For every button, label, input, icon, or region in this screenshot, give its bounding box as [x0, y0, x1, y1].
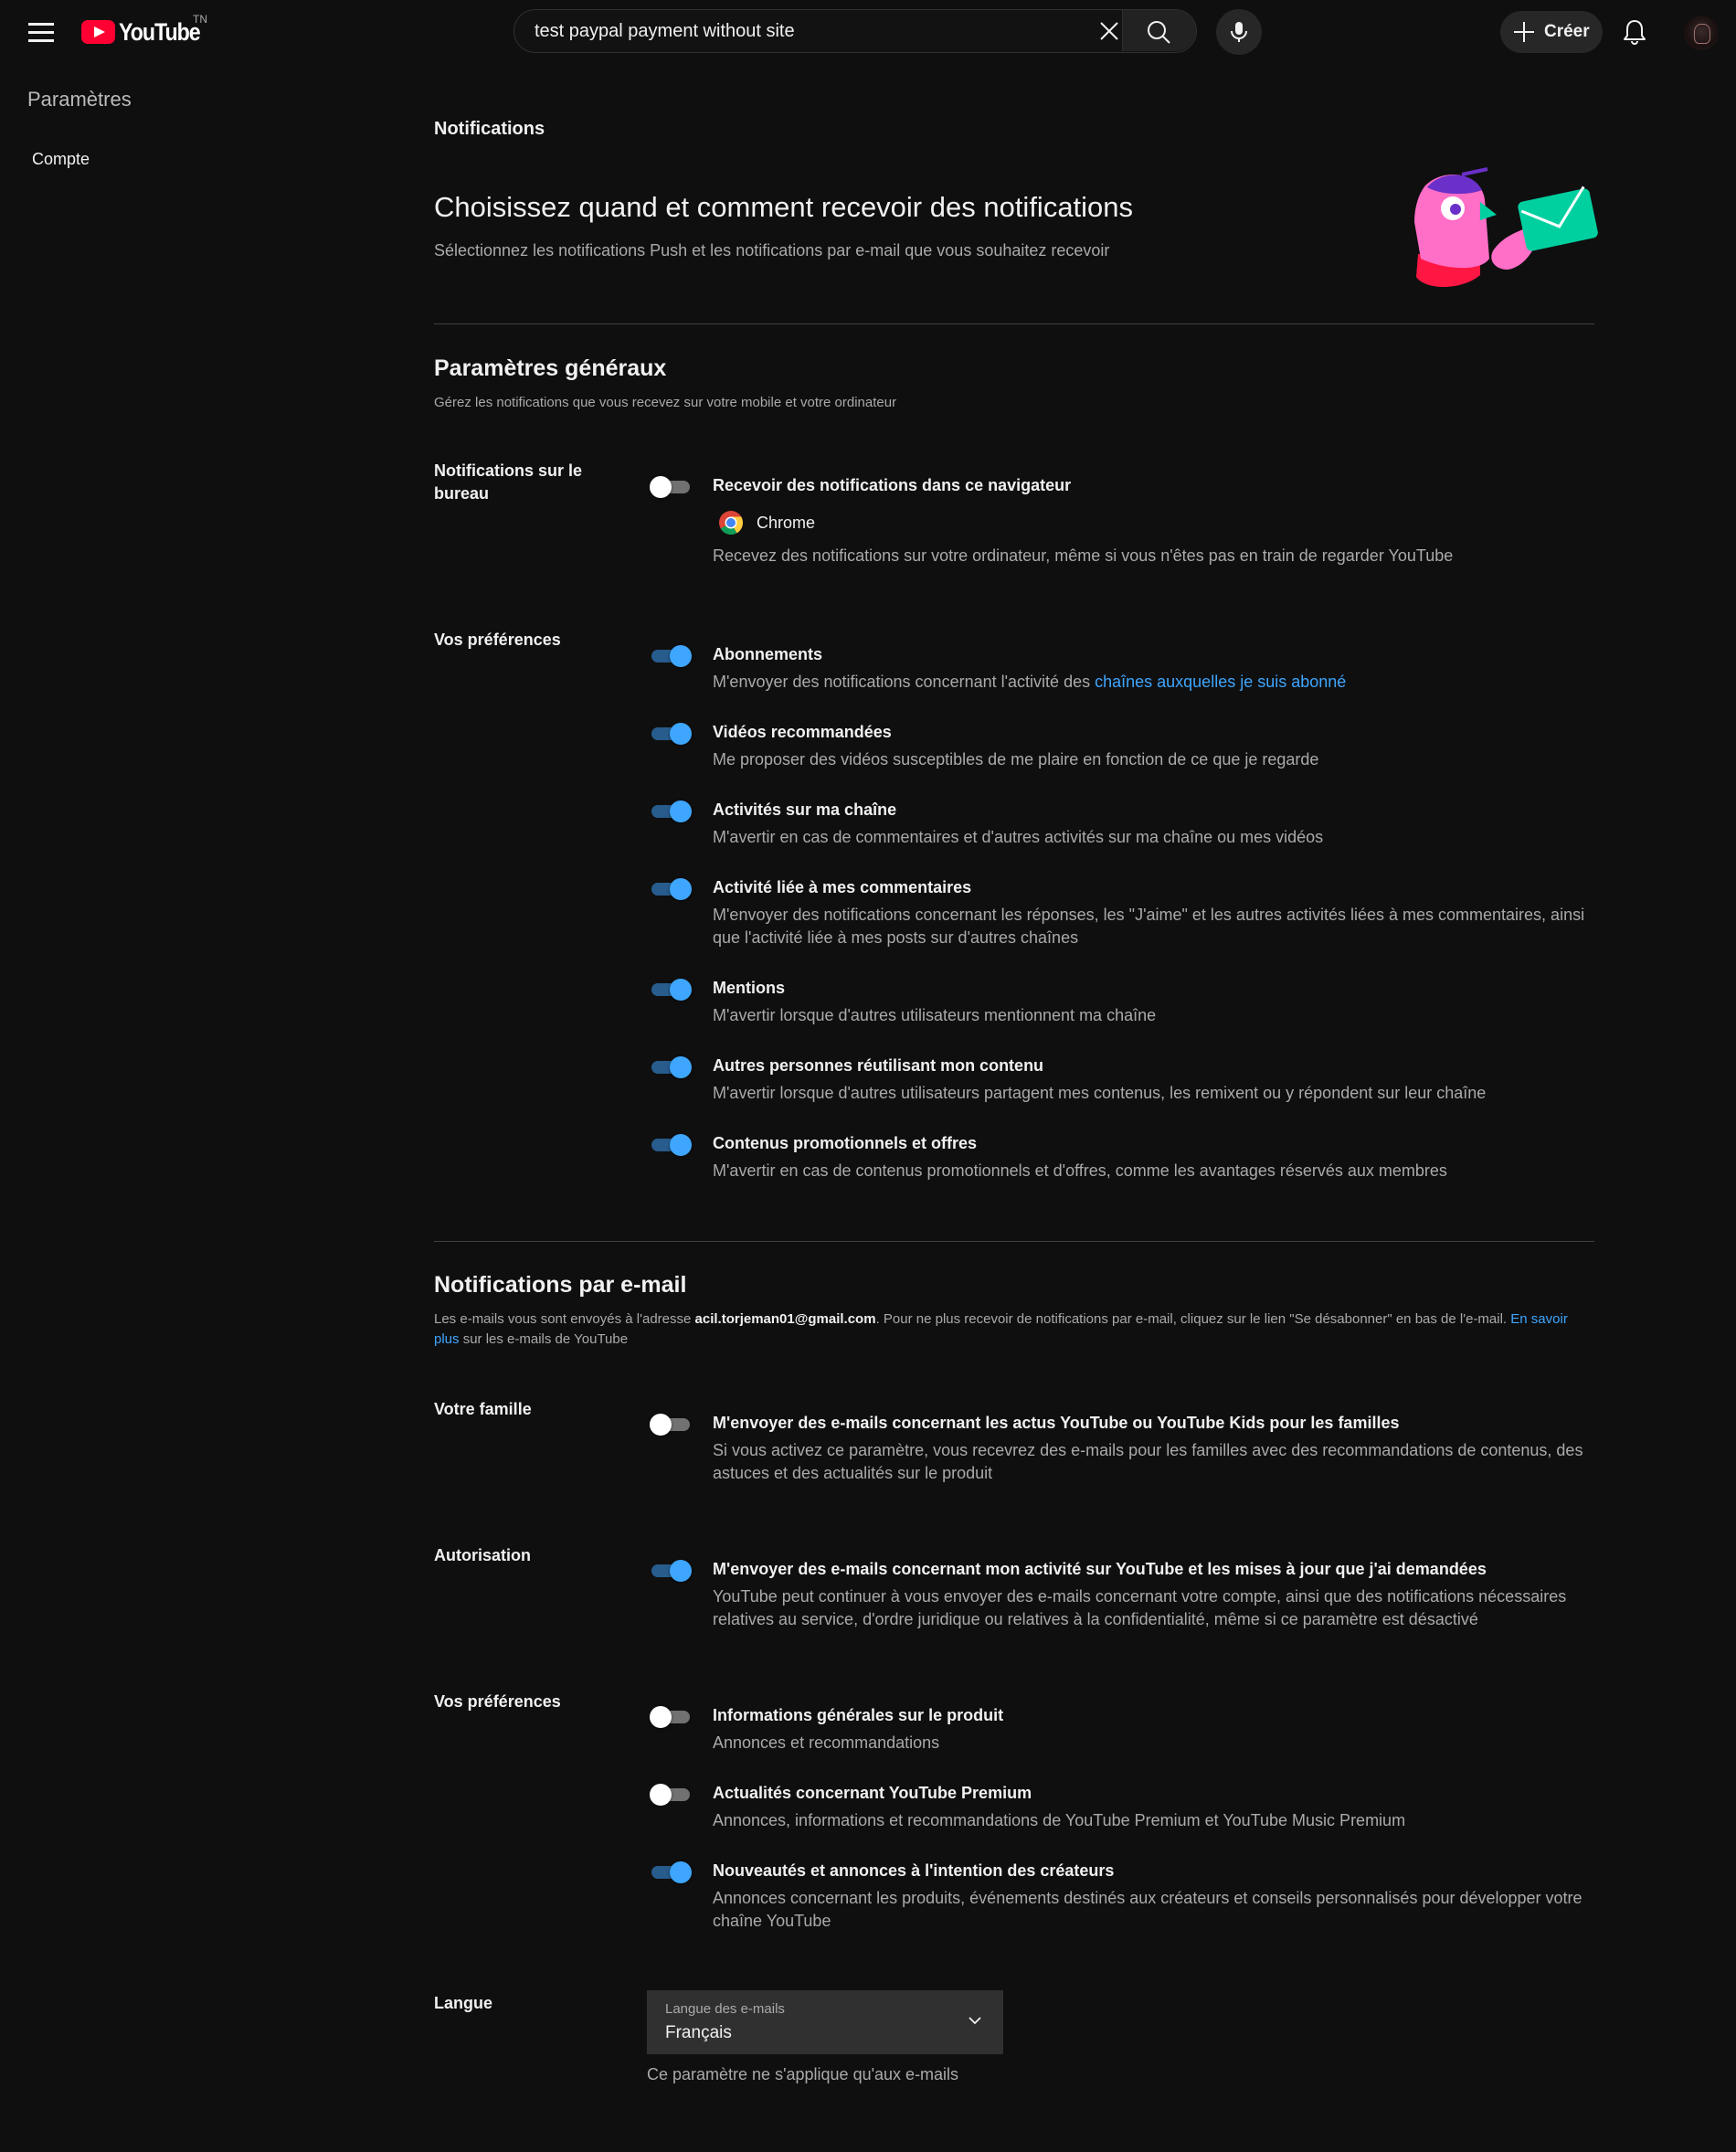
option-description: YouTube peut continuer à vous envoyer de…	[713, 1587, 1567, 1628]
logo-text: YouTube	[119, 17, 201, 46]
premium-news-toggle[interactable]	[650, 1784, 692, 1806]
comment-activity-option: Activité liée à mes commentaires M'envoy…	[713, 876, 1594, 949]
authorization-label: Autorisation	[434, 1546, 531, 1564]
subscribed-channels-link[interactable]: chaînes auxquelles je suis abonné	[1095, 673, 1346, 691]
recommended-videos-option: Vidéos recommandées Me proposer des vidé…	[713, 721, 1594, 771]
family-label: Votre famille	[434, 1400, 532, 1418]
desktop-notifications-label: Notifications sur le bureau	[434, 461, 583, 503]
mic-icon	[1231, 22, 1247, 42]
creator-news-toggle[interactable]	[650, 1861, 692, 1883]
chrome-icon	[719, 511, 744, 535]
comment-activity-toggle[interactable]	[650, 878, 692, 900]
notifications-illustration	[1414, 167, 1598, 288]
chrome-label: Chrome	[757, 513, 816, 532]
mentions-toggle[interactable]	[650, 979, 692, 1001]
recommended-videos-toggle[interactable]	[650, 723, 692, 745]
clear-icon[interactable]	[1096, 18, 1122, 44]
product-info-option: Informations générales sur le produit An…	[713, 1704, 1594, 1754]
mentions-option: Mentions M'avertir lorsque d'autres util…	[713, 977, 1594, 1027]
creator-news-option: Nouveautés et annonces à l'intention des…	[713, 1860, 1594, 1933]
premium-news-option: Actualités concernant YouTube Premium An…	[713, 1782, 1594, 1832]
divider	[434, 323, 1594, 324]
option-title: Contenus promotionnels et offres	[713, 1134, 978, 1152]
divider	[434, 1241, 1594, 1242]
channel-activity-option: Activités sur ma chaîne M'avertir en cas…	[713, 799, 1594, 849]
activity-emails-toggle[interactable]	[650, 1560, 692, 1582]
plus-icon	[1513, 21, 1535, 43]
select-label: Langue des e-mails	[665, 2001, 785, 2017]
content-reuse-toggle[interactable]	[650, 1056, 692, 1078]
option-description: Si vous activez ce paramètre, vous recev…	[713, 1441, 1583, 1482]
option-description: Annonces concernant les produits, événem…	[713, 1889, 1583, 1930]
option-description: M'avertir en cas de commentaires et d'au…	[713, 828, 1324, 846]
search-icon	[1148, 21, 1170, 44]
option-title: Nouveautés et annonces à l'intention des…	[713, 1861, 1115, 1880]
option-title: Mentions	[713, 979, 785, 997]
option-description: M'envoyer des notifications concernant l…	[713, 906, 1585, 947]
avatar[interactable]	[1684, 16, 1719, 50]
option-description: Recevez des notifications sur votre ordi…	[713, 546, 1454, 565]
sidebar-item-account[interactable]: Compte	[32, 150, 90, 169]
page-subtitle: Sélectionnez les notifications Push et l…	[434, 241, 1110, 260]
activity-emails-option: M'envoyer des e-mails concernant mon act…	[713, 1558, 1594, 1631]
option-title: Activités sur ma chaîne	[713, 800, 897, 819]
menu-icon[interactable]	[25, 18, 58, 44]
page-title: Choisissez quand et comment recevoir des…	[434, 191, 1134, 223]
sidebar-title: Paramètres	[27, 88, 132, 111]
option-title: M'envoyer des e-mails concernant mon act…	[713, 1560, 1487, 1578]
family-emails-toggle[interactable]	[650, 1414, 692, 1436]
email-language-select[interactable]: Langue des e-mails Français	[647, 1990, 1003, 2054]
promotional-content-toggle[interactable]	[650, 1134, 692, 1156]
language-label: Langue	[434, 1994, 493, 2012]
option-description: M'envoyer des notifications concernant l…	[713, 673, 1347, 691]
chrome-browser-row: Chrome	[718, 510, 815, 535]
create-button[interactable]: Créer	[1500, 11, 1603, 53]
email-section-subtitle: Les e-mails vous sont envoyés à l'adress…	[434, 1311, 1568, 1347]
option-description: Annonces, informations et recommandation…	[713, 1811, 1406, 1829]
subscriptions-option: Abonnements M'envoyer des notifications …	[713, 643, 1594, 694]
top-bar: YouTube TN Créer	[0, 0, 1736, 77]
option-title: Vidéos recommandées	[713, 723, 892, 741]
email-preferences-label: Vos préférences	[434, 1692, 561, 1711]
push-preferences-label: Vos préférences	[434, 631, 561, 649]
general-section-subtitle: Gérez les notifications que vous recevez…	[434, 395, 897, 410]
email-address: acil.torjeman01@gmail.com	[694, 1311, 876, 1327]
channel-activity-toggle[interactable]	[650, 800, 692, 822]
voice-search-button[interactable]	[1216, 9, 1262, 55]
option-title: Recevoir des notifications dans ce navig…	[713, 476, 1072, 494]
family-emails-option: M'envoyer des e-mails concernant les act…	[713, 1412, 1594, 1485]
option-description: Me proposer des vidéos susceptibles de m…	[713, 750, 1319, 769]
product-info-toggle[interactable]	[650, 1706, 692, 1728]
desktop-notifications-toggle[interactable]	[650, 476, 692, 498]
chevron-down-icon	[969, 2017, 981, 2025]
search-box	[513, 9, 1197, 53]
option-title: Actualités concernant YouTube Premium	[713, 1784, 1032, 1802]
option-title: Informations générales sur le produit	[713, 1706, 1004, 1724]
youtube-play-icon	[81, 20, 115, 44]
content-reuse-option: Autres personnes réutilisant mon contenu…	[713, 1055, 1594, 1105]
option-description: M'avertir en cas de contenus promotionne…	[713, 1161, 1447, 1180]
desktop-notifications-option: Recevoir des notifications dans ce navig…	[713, 474, 1594, 497]
search-button[interactable]	[1122, 10, 1196, 51]
email-section-title: Notifications par e-mail	[434, 1272, 687, 1298]
search-input[interactable]	[533, 10, 1121, 53]
page-label: Notifications	[434, 119, 545, 139]
select-value: Français	[665, 2023, 732, 2042]
subscriptions-toggle[interactable]	[650, 645, 692, 667]
option-title: Activité liée à mes commentaires	[713, 878, 972, 896]
option-title: Abonnements	[713, 645, 823, 663]
promotional-content-option: Contenus promotionnels et offres M'avert…	[713, 1132, 1594, 1182]
desktop-notifications-desc-wrap: Recevez des notifications sur votre ordi…	[713, 545, 1594, 567]
language-note: Ce paramètre ne s'applique qu'aux e-mail…	[647, 2065, 959, 2083]
create-label: Créer	[1544, 22, 1590, 41]
bell-icon[interactable]	[1619, 16, 1650, 48]
general-section-title: Paramètres généraux	[434, 355, 667, 381]
option-description: M'avertir lorsque d'autres utilisateurs …	[713, 1006, 1157, 1024]
country-code: TN	[193, 13, 207, 26]
option-description: Annonces et recommandations	[713, 1733, 940, 1752]
option-description: M'avertir lorsque d'autres utilisateurs …	[713, 1084, 1487, 1102]
option-title: M'envoyer des e-mails concernant les act…	[713, 1414, 1400, 1432]
option-title: Autres personnes réutilisant mon contenu	[713, 1056, 1044, 1075]
